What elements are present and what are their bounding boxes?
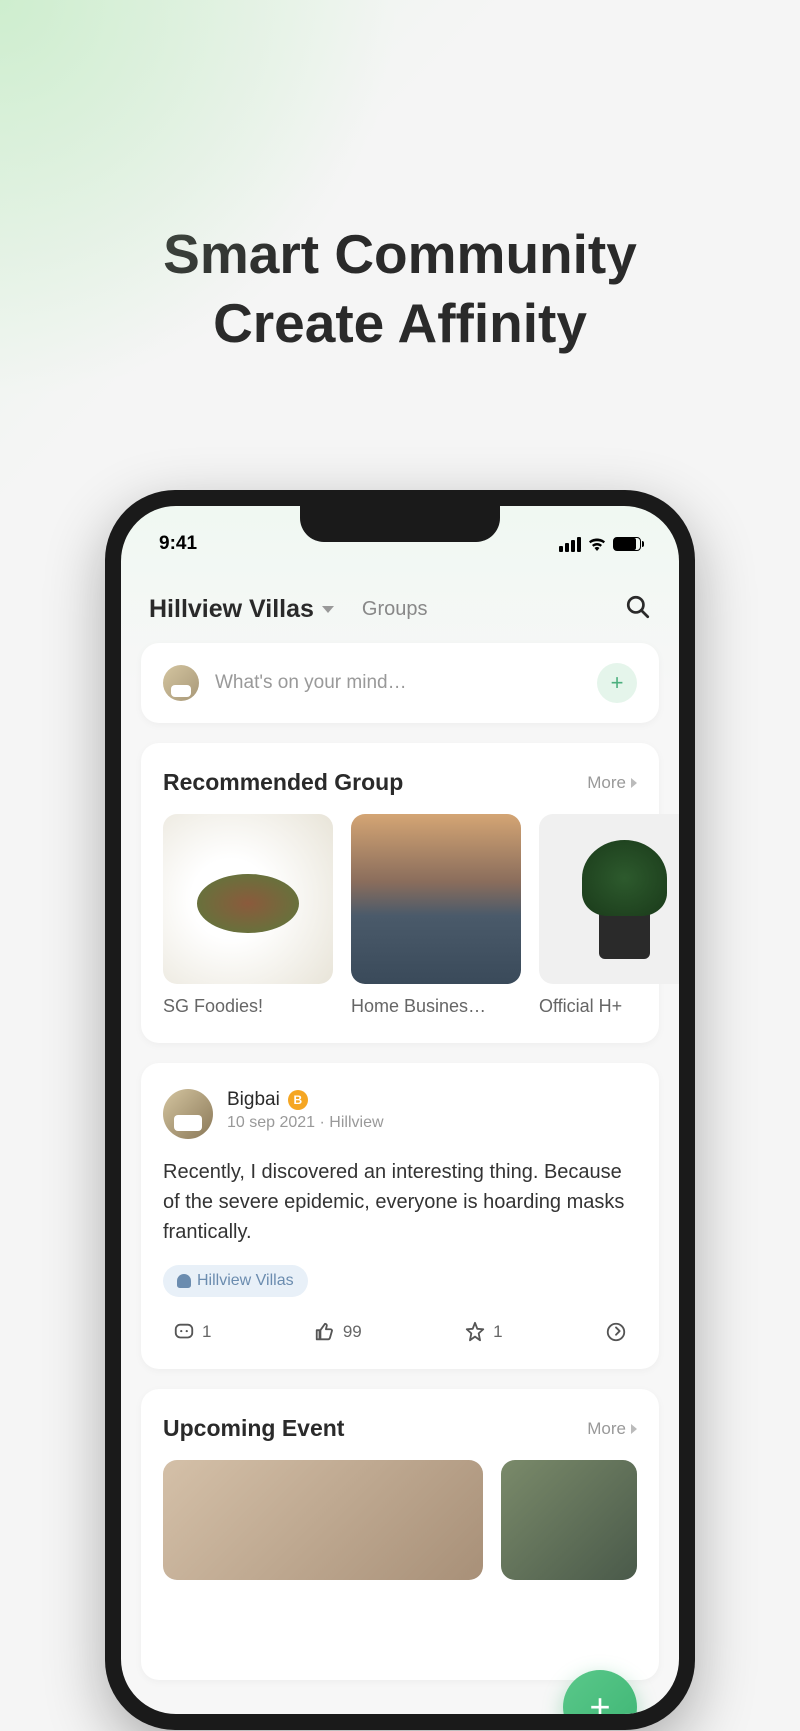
status-icons xyxy=(559,537,641,552)
chevron-right-icon xyxy=(631,778,637,788)
compose-add-button[interactable]: + xyxy=(597,663,637,703)
avatar[interactable] xyxy=(163,1089,213,1139)
comment-icon xyxy=(173,1321,195,1343)
compose-placeholder: What's on your mind… xyxy=(215,672,581,694)
comment-button[interactable]: 1 xyxy=(173,1321,211,1343)
share-button[interactable] xyxy=(605,1321,627,1343)
group-name: Official H+ xyxy=(539,996,679,1017)
tabs-row: Hillview Villas Groups xyxy=(121,564,679,643)
search-button[interactable] xyxy=(625,594,651,625)
recommended-title: Recommended Group xyxy=(163,769,403,796)
group-item[interactable]: SG Foodies! xyxy=(163,814,333,1017)
upcoming-title: Upcoming Event xyxy=(163,1415,344,1442)
tab-community-selector[interactable]: Hillview Villas xyxy=(149,595,334,624)
plus-icon: + xyxy=(611,670,624,696)
group-image xyxy=(539,814,679,984)
like-count: 99 xyxy=(343,1322,362,1342)
upcoming-more-link[interactable]: More xyxy=(587,1419,637,1439)
share-icon xyxy=(605,1321,627,1343)
events-row xyxy=(163,1460,637,1580)
star-icon xyxy=(464,1321,486,1343)
star-count: 1 xyxy=(493,1322,502,1342)
event-item[interactable] xyxy=(501,1460,637,1580)
more-label: More xyxy=(587,1419,626,1439)
plus-icon: + xyxy=(589,1686,610,1714)
phone-frame: 9:41 Hillview Villas Groups What's on yo… xyxy=(105,490,695,1730)
author-badge-icon: B xyxy=(288,1090,308,1110)
signal-icon xyxy=(559,537,581,552)
search-icon xyxy=(625,594,651,620)
status-time: 9:41 xyxy=(159,533,197,555)
post-meta: 10 sep 2021 · Hillview xyxy=(227,1114,384,1132)
group-image xyxy=(163,814,333,984)
hero-line2: Create Affinity xyxy=(0,289,800,358)
hero-title: Smart Community Create Affinity xyxy=(0,0,800,358)
phone-screen: 9:41 Hillview Villas Groups What's on yo… xyxy=(121,506,679,1714)
person-icon xyxy=(177,1274,191,1288)
notch xyxy=(300,506,500,542)
post-tag-label: Hillview Villas xyxy=(197,1272,294,1290)
post-location: Hillview xyxy=(329,1114,383,1131)
avatar xyxy=(163,665,199,701)
hero-line1: Smart Community xyxy=(0,220,800,289)
card-header: Recommended Group More xyxy=(163,769,637,796)
wifi-icon xyxy=(588,537,606,551)
group-item[interactable]: Official H+ xyxy=(539,814,679,1017)
recommended-group-card: Recommended Group More SG Foodies! Home … xyxy=(141,743,659,1043)
comment-count: 1 xyxy=(202,1322,211,1342)
group-image xyxy=(351,814,521,984)
post-actions: 1 99 1 xyxy=(163,1317,637,1343)
chevron-right-icon xyxy=(631,1424,637,1434)
upcoming-event-card: Upcoming Event More xyxy=(141,1389,659,1680)
thumbs-up-icon xyxy=(314,1321,336,1343)
groups-row: SG Foodies! Home Busines… Official H+ xyxy=(163,814,637,1017)
post-header: Bigbai B 10 sep 2021 · Hillview xyxy=(163,1089,637,1139)
compose-card[interactable]: What's on your mind… + xyxy=(141,643,659,723)
event-item[interactable] xyxy=(163,1460,483,1580)
post-date: 10 sep 2021 xyxy=(227,1114,315,1131)
battery-icon xyxy=(613,537,641,551)
tab-groups[interactable]: Groups xyxy=(362,598,428,621)
post-body: Recently, I discovered an interesting th… xyxy=(163,1157,637,1247)
more-label: More xyxy=(587,773,626,793)
like-button[interactable]: 99 xyxy=(314,1321,362,1343)
post-tag[interactable]: Hillview Villas xyxy=(163,1265,308,1297)
chevron-down-icon xyxy=(322,606,334,613)
group-item[interactable]: Home Busines… xyxy=(351,814,521,1017)
group-name: SG Foodies! xyxy=(163,996,333,1017)
tab-active-label: Hillview Villas xyxy=(149,595,314,624)
card-header: Upcoming Event More xyxy=(163,1415,637,1442)
post-card: Bigbai B 10 sep 2021 · Hillview Recently… xyxy=(141,1063,659,1369)
star-button[interactable]: 1 xyxy=(464,1321,502,1343)
post-author[interactable]: Bigbai xyxy=(227,1089,280,1111)
recommended-more-link[interactable]: More xyxy=(587,773,637,793)
group-name: Home Busines… xyxy=(351,996,521,1017)
